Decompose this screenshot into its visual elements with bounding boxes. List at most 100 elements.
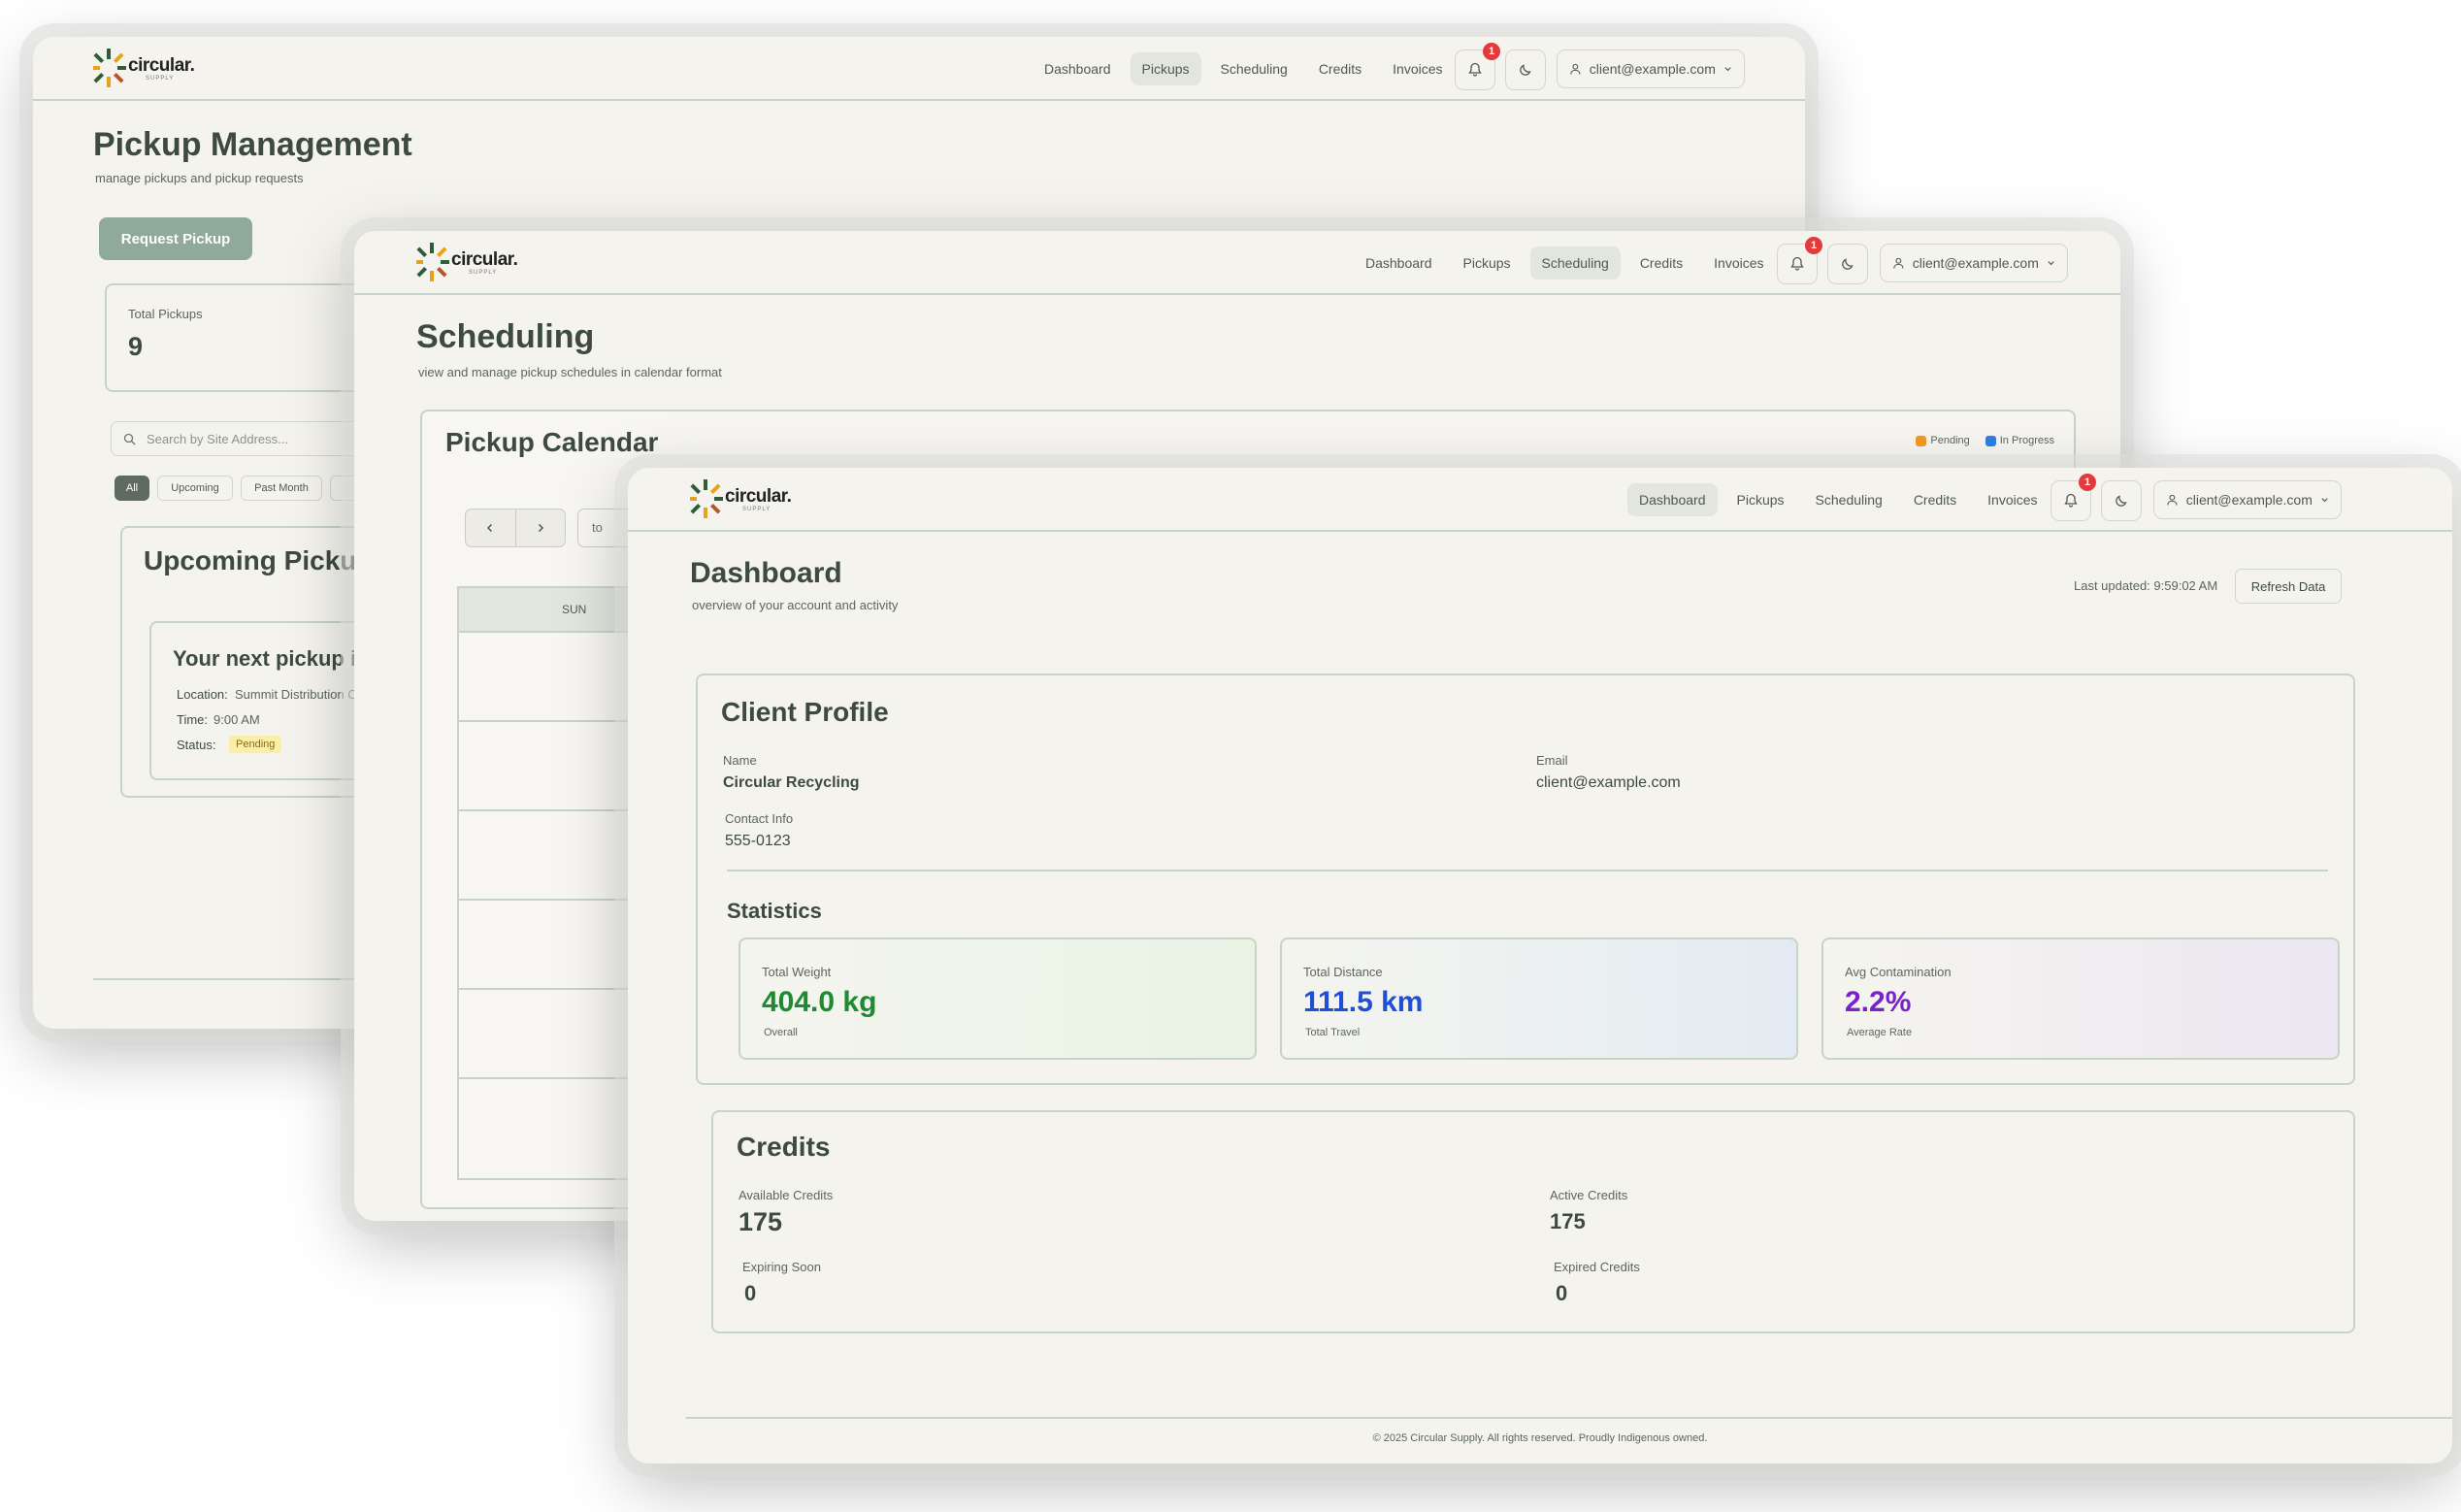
theme-toggle-button[interactable] bbox=[1827, 244, 1868, 284]
expiring-soon-label: Expiring Soon bbox=[742, 1260, 821, 1274]
page-subtitle: view and manage pickup schedules in cale… bbox=[418, 365, 722, 379]
moon-icon bbox=[2116, 495, 2127, 507]
nav-dashboard[interactable]: Dashboard bbox=[1354, 247, 1444, 279]
pending-swatch bbox=[1916, 435, 1927, 446]
nav-pickups[interactable]: Pickups bbox=[1452, 247, 1523, 279]
refresh-data-button[interactable]: Refresh Data bbox=[2235, 569, 2342, 604]
search-icon bbox=[123, 433, 136, 445]
top-nav: circular. SUPPLY Dashboard Pickups Sched… bbox=[33, 37, 1805, 101]
today-button[interactable]: to bbox=[577, 509, 636, 547]
nav-dashboard[interactable]: Dashboard bbox=[1033, 52, 1123, 85]
nav-scheduling[interactable]: Scheduling bbox=[1209, 52, 1299, 85]
nav-links: Dashboard Pickups Scheduling Credits Inv… bbox=[1627, 483, 2050, 516]
legend-pending: Pending bbox=[1916, 435, 1970, 446]
bell-icon bbox=[1468, 62, 1482, 77]
page-title: Dashboard bbox=[690, 557, 842, 589]
nav-pickups[interactable]: Pickups bbox=[1130, 52, 1201, 85]
time-label: Time: bbox=[177, 712, 209, 727]
total-weight-sub: Overall bbox=[764, 1027, 798, 1038]
user-email: client@example.com bbox=[1589, 61, 1716, 77]
brand-sub: SUPPLY bbox=[742, 507, 771, 512]
request-pickup-button[interactable]: Request Pickup bbox=[99, 217, 252, 260]
page-title: Scheduling bbox=[416, 318, 595, 355]
legend-pending-label: Pending bbox=[1930, 435, 1970, 446]
upcoming-title: Upcoming Picku bbox=[144, 545, 357, 575]
available-credits-label: Available Credits bbox=[738, 1188, 834, 1202]
bell-icon bbox=[2064, 493, 2078, 508]
nav-pickups[interactable]: Pickups bbox=[1725, 483, 1796, 516]
user-email: client@example.com bbox=[2185, 492, 2313, 508]
brand-sub: SUPPLY bbox=[469, 270, 498, 276]
credits-card: Credits Available Credits 175 Active Cre… bbox=[711, 1110, 2355, 1333]
status-badge: Pending bbox=[229, 736, 282, 753]
last-updated: Last updated: 9:59:02 AM bbox=[2074, 578, 2218, 593]
nav-credits[interactable]: Credits bbox=[1902, 483, 1968, 516]
notifications-button[interactable]: 1 bbox=[1777, 237, 1822, 284]
search-placeholder: Search by Site Address... bbox=[147, 432, 288, 446]
user-icon bbox=[1570, 63, 1581, 75]
total-weight-value: 404.0 kg bbox=[762, 986, 877, 1018]
location-label: Location: bbox=[177, 687, 228, 702]
statistics-title: Statistics bbox=[727, 899, 822, 923]
client-profile-title: Client Profile bbox=[721, 697, 889, 727]
user-icon bbox=[2167, 494, 2178, 506]
name-label: Name bbox=[723, 753, 757, 768]
filter-all[interactable]: All bbox=[115, 476, 149, 501]
total-distance-value: 111.5 km bbox=[1303, 986, 1424, 1018]
nav-invoices[interactable]: Invoices bbox=[1702, 247, 1775, 279]
client-profile-card: Client Profile Name Circular Recycling E… bbox=[696, 674, 2355, 1085]
chevron-down-icon bbox=[1724, 67, 1731, 72]
calendar-legend: Pending In Progress bbox=[1916, 435, 2054, 446]
logo-mark-icon bbox=[690, 479, 723, 518]
footer-text: © 2025 Circular Supply. All rights reser… bbox=[1372, 1432, 1708, 1444]
contact-label: Contact Info bbox=[725, 811, 794, 826]
brand-name: circular. bbox=[451, 249, 518, 270]
nav-credits[interactable]: Credits bbox=[1628, 247, 1694, 279]
user-menu-button[interactable]: client@example.com bbox=[2153, 480, 2342, 519]
user-icon bbox=[1893, 257, 1904, 269]
user-menu-button[interactable]: client@example.com bbox=[1880, 244, 2068, 282]
nav-credits[interactable]: Credits bbox=[1307, 52, 1373, 85]
notifications-button[interactable]: 1 bbox=[1455, 43, 1500, 90]
logo-mark-icon bbox=[416, 243, 449, 281]
expired-credits-value: 0 bbox=[1556, 1281, 1568, 1305]
page-title: Pickup Management bbox=[93, 126, 412, 163]
filter-upcoming[interactable]: Upcoming bbox=[157, 476, 233, 501]
nav-invoices[interactable]: Invoices bbox=[1381, 52, 1454, 85]
avg-contamination-label: Avg Contamination bbox=[1845, 965, 1952, 979]
brand-name: circular. bbox=[128, 55, 195, 76]
nav-invoices[interactable]: Invoices bbox=[1976, 483, 2049, 516]
total-pickups-value: 9 bbox=[128, 332, 144, 361]
footer-divider bbox=[686, 1417, 2452, 1419]
chevron-right-icon bbox=[538, 523, 543, 533]
nav-scheduling[interactable]: Scheduling bbox=[1529, 247, 1621, 279]
nav-scheduling[interactable]: Scheduling bbox=[1804, 483, 1894, 516]
notifications-button[interactable]: 1 bbox=[2051, 474, 2096, 521]
total-distance-label: Total Distance bbox=[1303, 965, 1383, 979]
brand-logo[interactable]: circular. SUPPLY bbox=[416, 239, 523, 287]
brand-sub: SUPPLY bbox=[146, 76, 175, 82]
active-credits-value: 175 bbox=[1550, 1209, 1586, 1233]
credits-title: Credits bbox=[737, 1132, 831, 1162]
moon-icon bbox=[1842, 258, 1854, 270]
user-menu-button[interactable]: client@example.com bbox=[1557, 49, 1745, 88]
brand-logo[interactable]: circular. SUPPLY bbox=[690, 476, 797, 524]
available-credits-value: 175 bbox=[738, 1207, 783, 1236]
status-label: Status: bbox=[177, 738, 216, 752]
profile-divider bbox=[727, 870, 2328, 871]
notification-badge: 1 bbox=[1483, 43, 1500, 60]
total-weight-label: Total Weight bbox=[762, 965, 832, 979]
in-progress-swatch bbox=[1985, 435, 1996, 446]
nav-dashboard[interactable]: Dashboard bbox=[1627, 483, 1718, 516]
prev-month-button[interactable] bbox=[466, 509, 516, 546]
legend-in-progress-label: In Progress bbox=[1999, 435, 2054, 446]
filter-past-month[interactable]: Past Month bbox=[241, 476, 322, 501]
theme-toggle-button[interactable] bbox=[2101, 480, 2142, 521]
expiring-soon-value: 0 bbox=[744, 1281, 757, 1305]
legend-in-progress: In Progress bbox=[1985, 435, 2054, 446]
active-credits-label: Active Credits bbox=[1550, 1188, 1628, 1202]
expired-credits-label: Expired Credits bbox=[1554, 1260, 1640, 1274]
theme-toggle-button[interactable] bbox=[1505, 49, 1546, 90]
next-month-button[interactable] bbox=[516, 509, 566, 546]
brand-logo[interactable]: circular. SUPPLY bbox=[93, 45, 200, 93]
